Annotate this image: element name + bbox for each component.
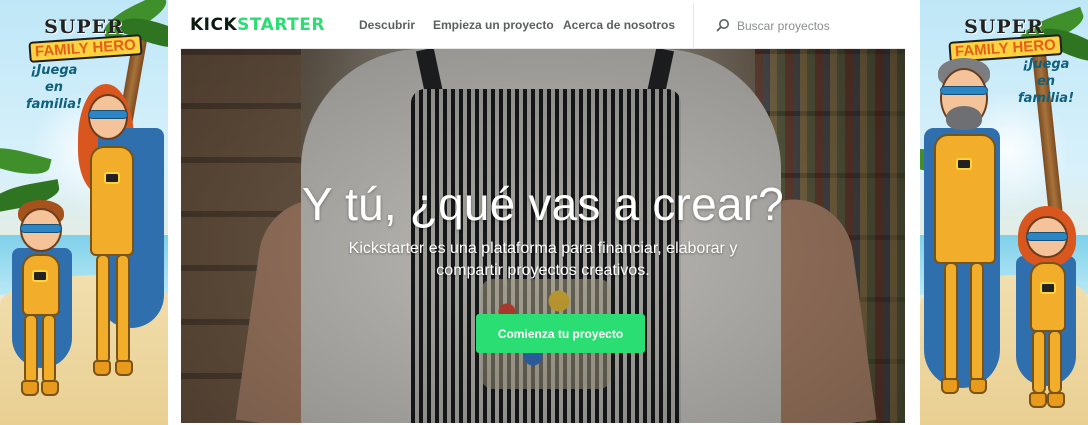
right-ad-banner[interactable]: SUPERFAMILY HERO ¡Juega en familia! <box>920 0 1088 425</box>
left-ad-banner[interactable]: SUPERFAMILY HERO ¡Juega en familia! <box>0 0 168 425</box>
search-icon[interactable] <box>716 18 730 32</box>
tagline-line-2: en <box>44 80 64 95</box>
logo-part-starter: STARTER <box>237 15 325 35</box>
kickstarter-page: KICKSTARTER Descubrir Empieza un proyect… <box>181 3 905 423</box>
super-family-hero-logo: SUPERFAMILY HERO <box>920 16 1088 63</box>
brand-family-hero-text: FAMILY HERO <box>27 34 143 63</box>
screenshot-stage: SUPERFAMILY HERO ¡Juega en familia! KICK… <box>0 0 1088 425</box>
nav-link-acerca-de-nosotros[interactable]: Acerca de nosotros <box>563 18 675 32</box>
top-navigation-bar: KICKSTARTER Descubrir Empieza un proyect… <box>181 3 905 49</box>
nav-link-descubrir[interactable]: Descubrir <box>359 18 415 32</box>
nav-link-empieza-proyecto[interactable]: Empieza un proyecto <box>433 18 554 32</box>
tagline-line-3: familia! <box>1017 91 1075 106</box>
start-project-button[interactable]: Comienza tu proyecto <box>476 314 645 353</box>
brand-super-text: SUPER <box>964 16 1044 38</box>
logo-part-kick: KICK <box>190 15 238 35</box>
kickstarter-logo[interactable]: KICKSTARTER <box>190 15 325 35</box>
tagline-line-1: ¡Juega <box>1022 57 1070 72</box>
banner-tagline: ¡Juega en familia! <box>14 62 94 113</box>
tagline-line-1: ¡Juega <box>30 63 78 78</box>
super-family-hero-logo: SUPERFAMILY HERO <box>0 16 168 63</box>
hero-subtitle: Kickstarter es una plataforma para finan… <box>348 240 738 279</box>
banner-tagline: ¡Juega en familia! <box>1006 56 1086 107</box>
hero-video-background: Y tú, ¿qué vas a crear? Kickstarter es u… <box>181 49 905 423</box>
search-input[interactable] <box>737 14 897 38</box>
hero-title: Y tú, ¿qué vas a crear? <box>302 178 784 230</box>
brand-super-text: SUPER <box>44 16 124 38</box>
hero-dark-overlay <box>181 49 905 423</box>
nav-divider <box>693 3 694 49</box>
tagline-line-2: en <box>1036 74 1056 89</box>
